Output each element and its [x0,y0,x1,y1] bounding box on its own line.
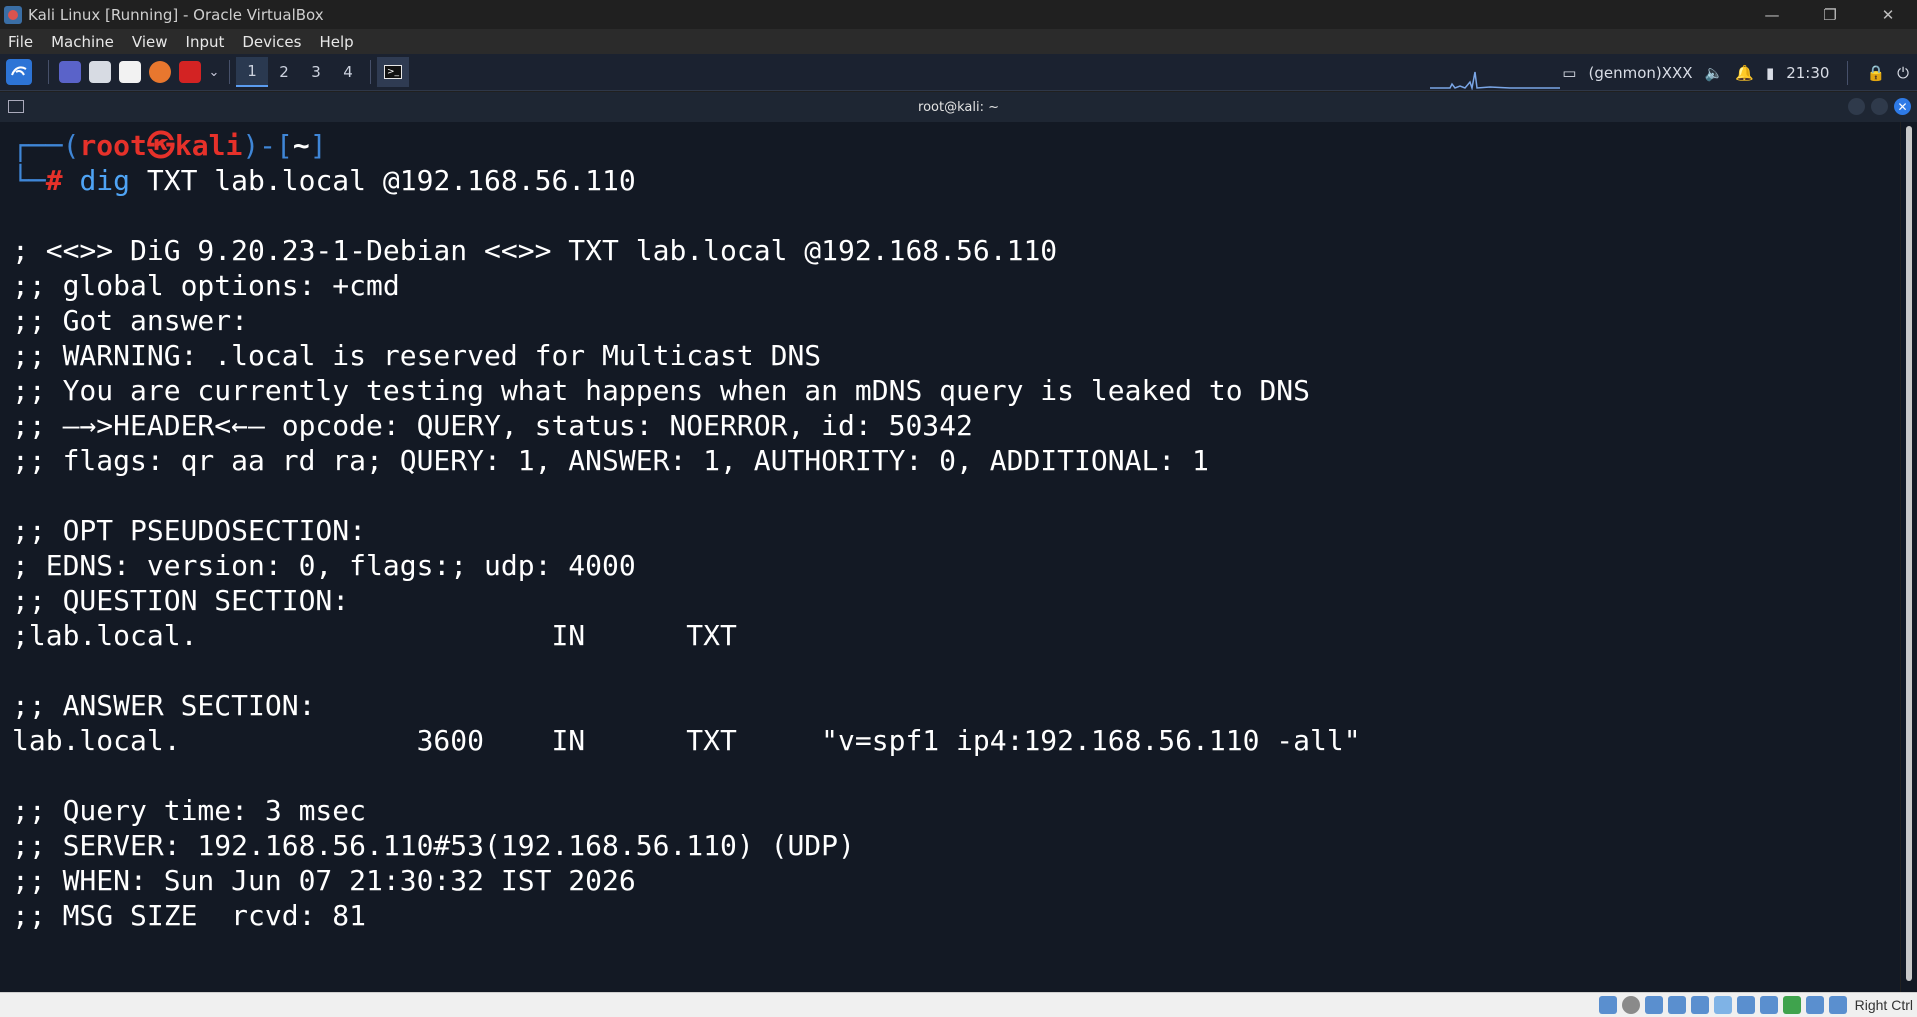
volume-icon[interactable]: 🔈 [1705,64,1724,82]
kali-top-panel: ⌄ 1 2 3 4 >_ ▭ (genmon)XXX 🔈 🔔 ▮ 21:30 🔒… [0,54,1917,91]
clock[interactable]: 21:30 [1786,64,1829,82]
output-line: ; EDNS: version: 0, flags:; udp: 4000 [12,549,636,582]
display-icon[interactable]: ▭ [1562,64,1576,82]
panel-separator [370,60,371,84]
kali-menu-icon[interactable] [6,59,32,85]
output-line: lab.local. 3600 IN TXT "v=spf1 ip4:192.1… [12,724,1361,757]
menu-input[interactable]: Input [186,33,225,51]
terminal-maximize-button[interactable] [1871,98,1888,115]
battery-icon[interactable]: ▮ [1766,64,1774,82]
prompt-dir: ~ [292,129,310,162]
device-status-icons [1599,996,1847,1014]
minimize-button[interactable]: — [1743,0,1801,29]
prompt-line-1: ┌──(root㉿kali)-[~] [12,129,327,162]
scrollbar-thumb[interactable] [1906,126,1912,981]
host-key-label: Right Ctrl [1854,997,1913,1013]
file-manager-icon[interactable] [89,61,111,83]
command-name: dig [79,164,131,197]
panel-separator [1847,60,1849,85]
cpu-graph [1430,71,1560,90]
command-args: TXT lab.local @192.168.56.110 [130,164,636,197]
panel-separator [48,60,49,84]
output-line: ;; ANSWER SECTION: [12,689,316,722]
hard-disk-icon[interactable] [1599,996,1617,1014]
menu-machine[interactable]: Machine [51,33,114,51]
mouse-integration-icon[interactable] [1806,996,1824,1014]
firefox-icon[interactable] [149,61,171,83]
close-button[interactable]: ✕ [1859,0,1917,29]
terminal-minimize-button[interactable] [1848,98,1865,115]
virtualbox-app-icon [4,5,22,24]
output-line: ;; OPT PSEUDOSECTION: [12,514,367,547]
workspace-3[interactable]: 3 [300,57,332,87]
workspace-2[interactable]: 2 [268,57,300,87]
output-line: ;; WHEN: Sun Jun 07 21:30:32 IST 2026 [12,864,636,897]
notification-bell-icon[interactable]: 🔔 [1735,64,1754,82]
window-controls: — ❐ ✕ [1743,0,1917,29]
terminal-scrollbar[interactable] [1901,122,1917,992]
chevron-down-icon[interactable]: ⌄ [209,61,220,83]
output-line: ;; Got answer: [12,304,249,337]
menu-file[interactable]: File [8,33,33,51]
terminal-window-controls: ✕ [1848,98,1911,115]
genmon-label[interactable]: (genmon)XXX [1588,64,1692,82]
workspace-4[interactable]: 4 [332,57,364,87]
vbox-status-bar: Right Ctrl [0,992,1917,1017]
text-editor-icon[interactable] [119,61,141,83]
terminal-menu-icon[interactable] [8,100,24,113]
terminal-title: root@kali: ~ [918,99,999,115]
output-line: ;lab.local. IN TXT [12,619,737,652]
output-line: ;; QUESTION SECTION: [12,584,350,617]
vbox-title-bar: Kali Linux [Running] - Oracle VirtualBox… [0,0,1917,29]
optical-drive-icon[interactable] [1622,996,1640,1014]
keyboard-icon[interactable] [1829,996,1847,1014]
menu-help[interactable]: Help [319,33,353,51]
menu-view[interactable]: View [132,33,168,51]
vbox-menu-bar: File Machine View Input Devices Help [0,29,1917,54]
output-line: ;; You are currently testing what happen… [12,374,1311,407]
restore-button[interactable]: ❐ [1801,0,1859,29]
show-desktop-icon[interactable] [59,61,81,83]
skull-icon: ㉿ [146,129,175,162]
terminal-output[interactable]: ┌──(root㉿kali)-[~] └─# dig TXT lab.local… [0,122,1900,992]
panel-separator [229,60,230,84]
prompt-host: kali [174,129,243,162]
output-line: ;; WARNING: .local is reserved for Multi… [12,339,822,372]
output-line: ;; flags: qr aa rd ra; QUERY: 1, ANSWER:… [12,444,1209,477]
power-icon[interactable]: ⏻ [1897,64,1909,82]
lock-icon[interactable]: 🔒 [1866,64,1885,82]
panel-tray: ▭ (genmon)XXX 🔈 🔔 ▮ 21:30 🔒 ⏻ [1562,54,1917,91]
recording-icon[interactable] [1760,996,1778,1014]
audio-icon[interactable] [1645,996,1663,1014]
network-icon[interactable] [1668,996,1686,1014]
output-line: ;; SERVER: 192.168.56.110#53(192.168.56.… [12,829,855,862]
workspace-1[interactable]: 1 [236,57,268,87]
taskbar-terminal[interactable]: >_ [377,57,409,87]
prompt-user: root [79,129,147,162]
prompt-line-2: └─# dig TXT lab.local @192.168.56.110 [12,164,636,197]
command-output: ; <<>> DiG 9.20.23-1-Debian <<>> TXT lab… [12,198,1900,933]
app-launcher-icon[interactable] [179,61,201,83]
output-line: ;; Query time: 3 msec [12,794,367,827]
output-line: ; <<>> DiG 9.20.23-1-Debian <<>> TXT lab… [12,234,1058,267]
window-title: Kali Linux [Running] - Oracle VirtualBox [28,5,324,24]
output-line: ;; MSG SIZE rcvd: 81 [12,899,367,932]
output-line: ;; global options: +cmd [12,269,400,302]
terminal-title-bar: root@kali: ~ ✕ [0,92,1917,122]
menu-devices[interactable]: Devices [242,33,301,51]
usb-icon[interactable] [1691,996,1709,1014]
cpu-status-icon[interactable] [1783,996,1801,1014]
shared-folders-icon[interactable] [1714,996,1732,1014]
output-line: ;; —→>HEADER<←— opcode: QUERY, status: N… [12,409,973,442]
display-status-icon[interactable] [1737,996,1755,1014]
terminal-icon: >_ [384,65,402,79]
terminal-close-button[interactable]: ✕ [1894,98,1911,115]
